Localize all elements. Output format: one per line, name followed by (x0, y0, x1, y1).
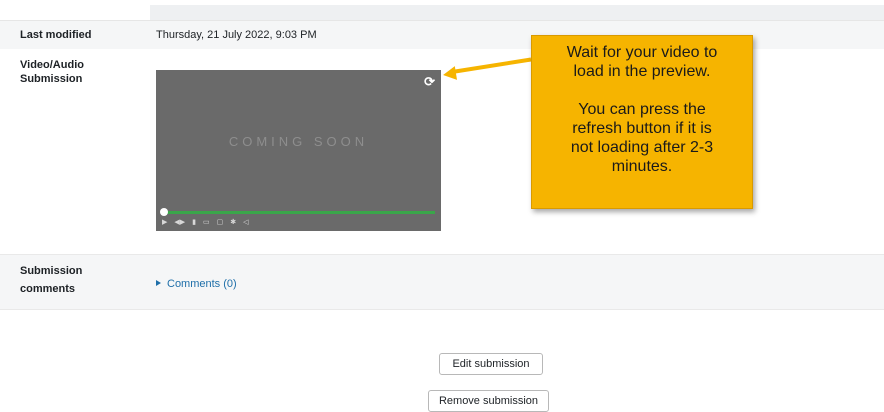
expand-triangle-icon (156, 280, 161, 287)
coming-soon-placeholder: COMING SOON (228, 134, 369, 149)
edit-submission-button[interactable]: Edit submission (439, 353, 543, 375)
fullscreen-icon[interactable]: ▢ (217, 218, 224, 226)
video-player[interactable]: COMING SOON ⟳ ▶ ◀▶ ▮ ▭ ▢ ✱ ◁ (156, 70, 441, 231)
play-icon[interactable]: ▶ (162, 218, 167, 226)
last-modified-value: Thursday, 21 July 2022, 9:03 PM (156, 29, 317, 41)
skip-icon[interactable]: ◀▶ (174, 218, 185, 226)
remove-submission-button[interactable]: Remove submission (428, 390, 549, 412)
video-submission-label: Video/Audio Submission (20, 59, 84, 85)
mute-icon[interactable]: ◁ (243, 218, 248, 226)
captions-icon[interactable]: ▭ (203, 218, 210, 226)
last-modified-label: Last modified (20, 29, 92, 41)
callout-arrow-head (441, 66, 458, 82)
submission-comments-row: Submission comments Comments (0) (0, 254, 884, 310)
player-controls: ▶ ◀▶ ▮ ▭ ▢ ✱ ◁ (162, 217, 249, 227)
instruction-callout: Wait for your video to load in the previ… (531, 35, 753, 209)
submission-comments-label: Submission comments (20, 265, 83, 295)
refresh-icon[interactable]: ⟳ (424, 74, 435, 90)
comments-link[interactable]: Comments (0) (156, 278, 237, 290)
progress-bar[interactable] (162, 211, 435, 214)
settings-icon[interactable]: ✱ (230, 218, 236, 226)
volume-icon[interactable]: ▮ (192, 218, 196, 226)
table-top-band (150, 5, 884, 20)
progress-handle[interactable] (160, 208, 168, 216)
